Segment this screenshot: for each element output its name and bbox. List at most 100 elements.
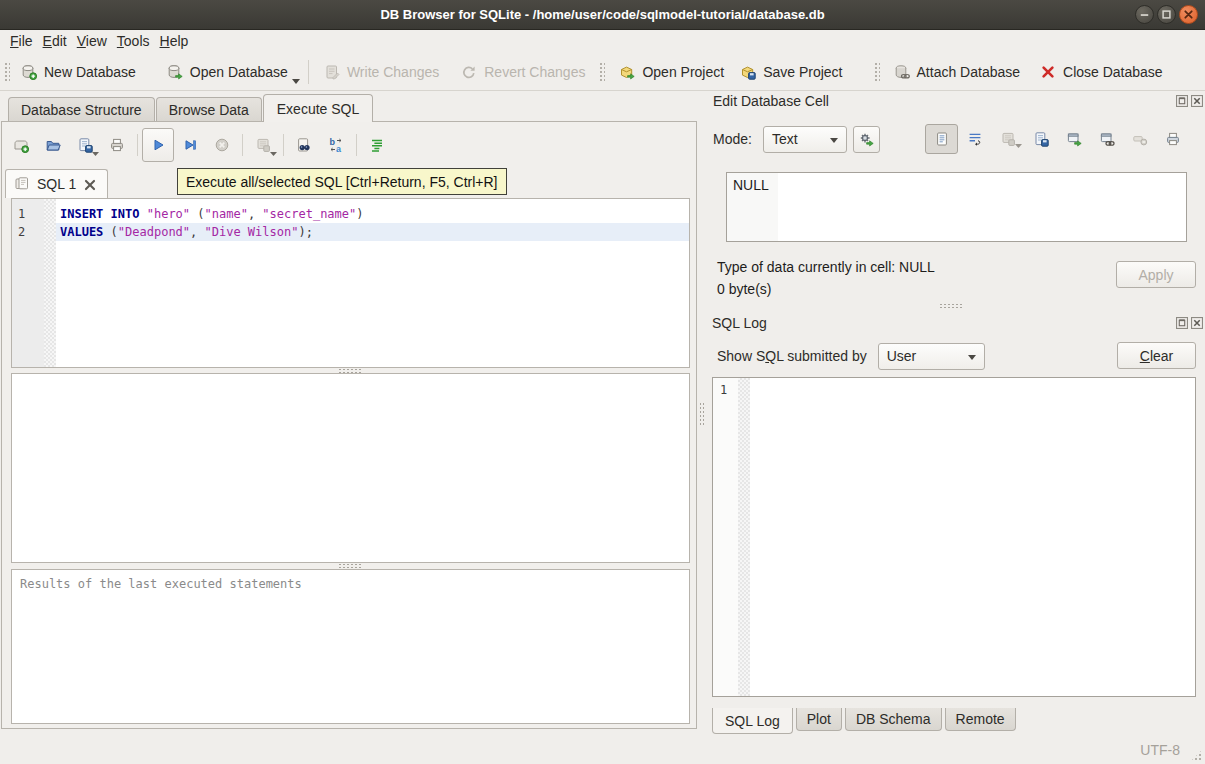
sql-file-icon [14,176,30,192]
tab-execute-sql[interactable]: Execute SQL [263,94,374,122]
find-replace-button[interactable]: ba [320,128,352,162]
toolbar-handle[interactable] [598,61,605,83]
stop-execution-button[interactable] [206,128,238,162]
menu-edit[interactable]: Edit [38,31,72,52]
find-in-sql-icon [296,137,312,153]
close-button[interactable] [1179,5,1198,24]
open-external-button[interactable] [1057,124,1090,154]
save-sql-file-button[interactable] [69,128,101,162]
new-database-button[interactable]: New Database [13,59,144,85]
toolbar-separator [356,134,357,156]
encoding-indicator: UTF-8 [1140,742,1180,758]
new-database-icon [21,64,37,80]
import-data-icon [1000,131,1016,147]
find-in-sql-button[interactable] [288,128,320,162]
open-database-menu-caret[interactable] [292,71,300,87]
close-dock-icon[interactable] [1191,317,1203,329]
new-database-label: New Database [44,64,136,80]
sql-toolbar: ba [5,126,393,164]
save-project-icon [740,64,756,80]
close-database-icon [1040,64,1056,80]
execute-all-button[interactable] [142,128,174,162]
menu-view[interactable]: View [72,31,112,52]
save-sql-file-icon [77,137,93,153]
mode-combobox[interactable]: Text [763,126,847,153]
bottom-tab-db-schema[interactable]: DB Schema [845,708,942,731]
resize-grip[interactable] [1190,749,1203,762]
float-dock-icon[interactable] [1176,95,1188,107]
new-sql-tab-button[interactable] [5,128,37,162]
execute-line-button[interactable] [174,128,206,162]
sql-log-title: SQL Log [712,315,767,331]
menu-file[interactable]: File [5,31,38,52]
write-changes-label: Write Changes [347,64,439,80]
open-project-button[interactable]: Open Project [611,59,732,85]
revert-changes-label: Revert Changes [484,64,585,80]
toolbar-handle[interactable] [3,61,10,83]
toolbar-separator [137,134,138,156]
sql-document-tab[interactable]: SQL 1 [5,169,108,198]
close-dock-icon[interactable] [1191,95,1203,107]
panel-splitter[interactable] [698,91,706,736]
import-data-button[interactable] [991,124,1024,154]
open-database-label: Open Database [190,64,288,80]
auto-format-button[interactable] [853,126,880,153]
clear-button[interactable]: Clear [1117,342,1196,369]
attach-database-icon [894,64,910,80]
set-null-button[interactable] [1123,124,1156,154]
close-database-button[interactable]: Close Database [1032,59,1171,85]
mode-label: Mode: [713,131,752,147]
execute-all-icon [150,137,166,153]
tab-database-structure[interactable]: Database Structure [8,97,155,122]
sql-code[interactable]: INSERT INTO "hero" ("name", "secret_name… [56,199,689,367]
apply-button[interactable]: Apply [1116,261,1196,288]
edit-cell-dock-buttons [1176,95,1203,107]
toolbar-separator [308,60,309,84]
sql-log-area[interactable]: 1 [712,377,1196,697]
new-sql-tab-icon [13,137,29,153]
results-message[interactable]: Results of the last executed statements [11,569,690,724]
export-data-button[interactable] [1024,124,1057,154]
save-project-button[interactable]: Save Project [732,59,850,85]
results-grid[interactable] [11,373,690,563]
filter-combobox[interactable]: User [878,343,985,370]
open-project-label: Open Project [642,64,724,80]
save-results-button[interactable] [247,128,279,162]
maximize-button[interactable] [1157,5,1176,24]
print-sql-icon [109,137,125,153]
word-wrap-button[interactable] [958,124,991,154]
bottom-tab-remote[interactable]: Remote [945,708,1016,731]
close-tab-icon[interactable] [83,177,97,191]
format-sql-button[interactable] [361,128,393,162]
menu-help[interactable]: Help [155,31,194,52]
sql-editor[interactable]: 12 INSERT INTO "hero" ("name", "secret_n… [11,198,690,368]
svg-text:a: a [336,144,342,154]
open-sql-file-icon [45,137,61,153]
float-dock-icon[interactable] [1176,317,1188,329]
dock-splitter[interactable] [706,303,1196,309]
minimize-button[interactable] [1135,5,1154,24]
format-sql-icon [369,137,385,153]
print-sql-button[interactable] [101,128,133,162]
link-cell-button[interactable] [1090,124,1123,154]
cell-editor[interactable]: NULL [726,172,1187,242]
bottom-tab-bar: SQL LogPlotDB SchemaRemote [712,708,1019,735]
revert-changes-button[interactable]: Revert Changes [453,59,593,85]
open-database-button[interactable]: Open Database [159,59,296,85]
sql-tab-bar: SQL 1 [5,168,108,198]
bottom-tab-plot[interactable]: Plot [796,708,842,731]
write-changes-button[interactable]: Write Changes [316,59,447,85]
log-line-number: 1 [713,378,738,696]
open-database-icon [167,64,183,80]
find-replace-icon: ba [328,137,344,153]
menu-tools[interactable]: Tools [112,31,155,52]
open-sql-file-button[interactable] [37,128,69,162]
attach-database-button[interactable]: Attach Database [886,59,1029,85]
tab-browse-data[interactable]: Browse Data [156,97,262,122]
print-cell-button[interactable] [1156,124,1189,154]
cell-type-info: Type of data currently in cell: NULL [717,259,935,275]
main-toolbar: New Database Open Database Write Changes Re… [0,53,1205,91]
toolbar-handle[interactable] [873,61,880,83]
text-view-button[interactable] [925,124,958,154]
bottom-tab-sql-log[interactable]: SQL Log [712,708,793,734]
